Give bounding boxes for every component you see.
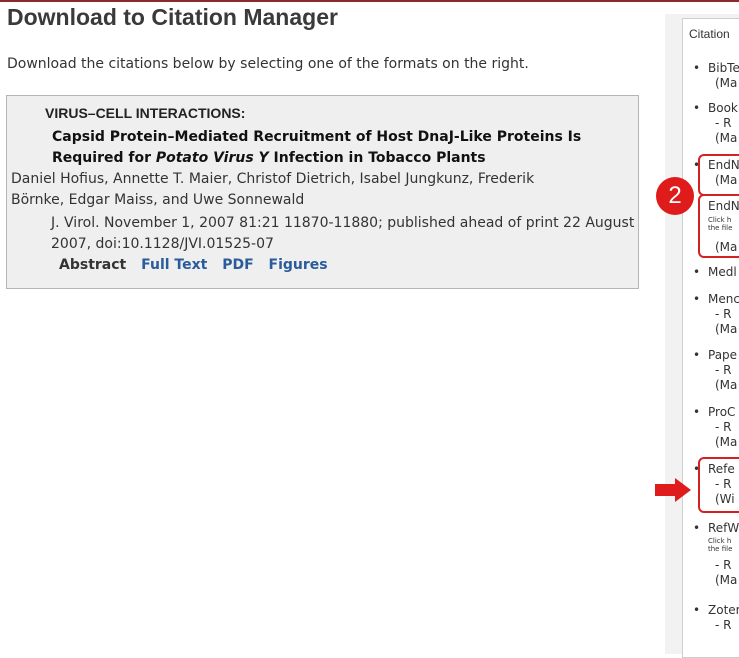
format-name[interactable]: Zoter xyxy=(708,603,739,618)
format-note: Click h xyxy=(708,537,732,545)
format-sub: - R xyxy=(715,307,732,321)
article-title: Capsid Protein–Mediated Recruitment of H… xyxy=(52,127,612,169)
format-note: the file xyxy=(708,545,733,553)
reference-manager-highlight xyxy=(698,457,739,513)
format-name[interactable]: Medl xyxy=(708,265,737,280)
citation-section-heading: VIRUS–CELL INTERACTIONS: xyxy=(45,105,246,121)
endnote-highlight xyxy=(698,154,739,196)
format-name[interactable]: RefW xyxy=(708,521,739,536)
bullet: • xyxy=(693,61,701,75)
format-name[interactable]: BibTe xyxy=(708,61,739,76)
bullet: • xyxy=(693,101,701,115)
step-badge: 2 xyxy=(656,177,694,215)
bullet: • xyxy=(693,265,701,279)
article-authors: Daniel Hofius, Annette T. Maier, Christo… xyxy=(11,171,535,208)
page-title: Download to Citation Manager xyxy=(7,4,338,30)
format-sub: (Ma xyxy=(715,573,738,587)
pdf-link[interactable]: PDF xyxy=(222,257,253,273)
journal-info: J. Virol. November 1, 2007 81:21 11870-1… xyxy=(51,215,635,252)
article-title-part2: Infection in Tobacco Plants xyxy=(268,150,486,166)
bullet: • xyxy=(693,521,701,535)
red-arrow-icon xyxy=(655,478,691,502)
format-sub: (Ma xyxy=(715,76,738,90)
bullet: • xyxy=(693,292,701,306)
citation-format-sidebar: Citation • BibTe (Ma • Book - R (Ma • En… xyxy=(682,18,739,658)
full-text-link[interactable]: Full Text xyxy=(141,257,207,273)
format-sub: - R xyxy=(715,558,732,572)
sidebar-heading: Citation xyxy=(689,27,730,41)
format-name[interactable]: Book xyxy=(708,101,738,116)
endnote-alt-highlight xyxy=(698,194,739,258)
abstract-link[interactable]: Abstract xyxy=(59,257,126,273)
top-border xyxy=(0,0,739,2)
bullet: • xyxy=(693,348,701,362)
format-sub: (Ma xyxy=(715,131,738,145)
format-sub: (Ma xyxy=(715,322,738,336)
citation-box: VIRUS–CELL INTERACTIONS: Capsid Protein–… xyxy=(6,95,639,289)
article-title-italic: Potato Virus Y xyxy=(155,150,269,166)
format-name[interactable]: Menc xyxy=(708,292,739,307)
bullet: • xyxy=(693,405,701,419)
intro-text: Download the citations below by selectin… xyxy=(7,56,529,72)
format-sub: - R xyxy=(715,363,732,377)
format-sub: - R xyxy=(715,420,732,434)
bullet: • xyxy=(693,603,701,617)
format-sub: - R xyxy=(715,116,732,130)
format-sub: - R xyxy=(715,618,732,632)
format-sub: (Ma xyxy=(715,378,738,392)
format-name[interactable]: Pape xyxy=(708,348,737,363)
figures-link[interactable]: Figures xyxy=(269,257,328,273)
format-sub: (Ma xyxy=(715,435,738,449)
format-name[interactable]: ProC xyxy=(708,405,735,420)
article-links: Abstract Full Text PDF Figures xyxy=(59,257,338,273)
